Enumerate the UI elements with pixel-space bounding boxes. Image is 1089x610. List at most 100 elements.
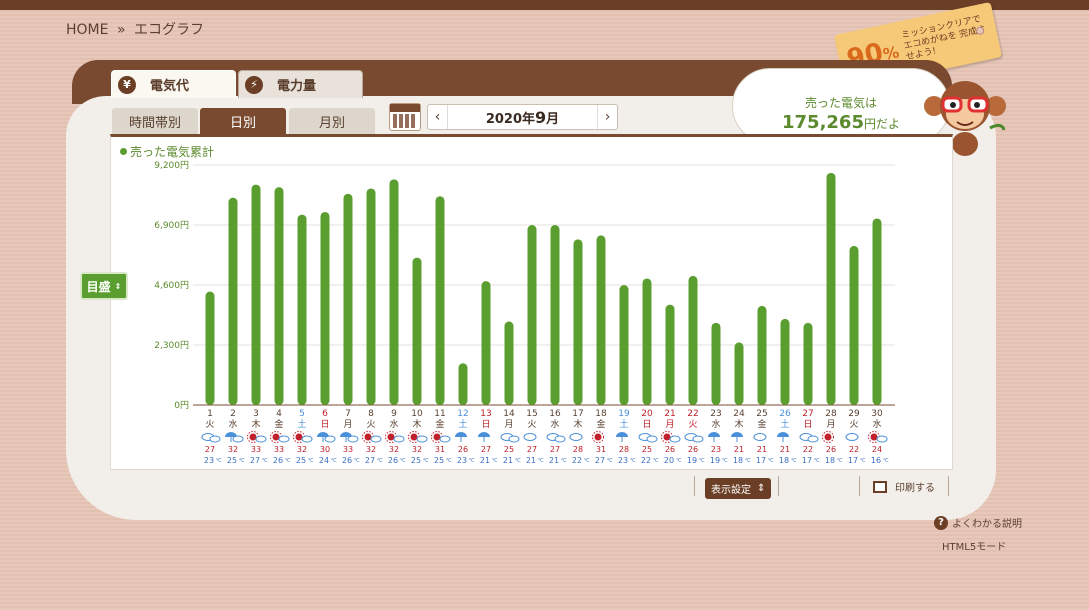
bar bbox=[665, 304, 675, 405]
x-tick-day: 7 bbox=[345, 409, 351, 419]
cloudy-rain-weather-icon bbox=[638, 433, 658, 443]
x-tick-weekday: 土 bbox=[458, 418, 467, 430]
low-temp-label: 21 bbox=[503, 456, 513, 465]
temp-unit-label: ℃ bbox=[607, 458, 613, 464]
cloudy-rain-weather-icon bbox=[201, 433, 221, 443]
sun-cloudy-weather-icon bbox=[385, 431, 405, 443]
rain-weather-icon bbox=[731, 432, 743, 442]
high-temp-label: 33 bbox=[343, 445, 353, 454]
y-tick-label: 0円 bbox=[174, 400, 189, 411]
bar bbox=[711, 322, 721, 405]
temp-unit-label: ℃ bbox=[745, 458, 751, 464]
x-tick-day: 17 bbox=[572, 409, 583, 419]
rain-cloudy-weather-icon bbox=[225, 432, 244, 443]
divider bbox=[948, 476, 949, 496]
bar bbox=[481, 281, 491, 405]
high-temp-label: 32 bbox=[389, 445, 399, 454]
low-temp-label: 27 bbox=[250, 456, 260, 465]
high-temp-label: 32 bbox=[297, 445, 307, 454]
temp-unit-label: ℃ bbox=[584, 458, 590, 464]
bar bbox=[458, 363, 468, 405]
cloudy-rain-weather-icon bbox=[500, 433, 520, 443]
high-temp-label: 24 bbox=[872, 445, 882, 454]
high-temp-label: 27 bbox=[481, 445, 491, 454]
low-temp-label: 25 bbox=[434, 456, 444, 465]
temp-unit-label: ℃ bbox=[561, 458, 567, 464]
cloudy-weather-icon bbox=[845, 433, 859, 441]
temp-unit-label: ℃ bbox=[492, 458, 498, 464]
display-settings-button[interactable]: 表示設定 ⇕ bbox=[705, 478, 772, 499]
temp-unit-label: ℃ bbox=[814, 458, 820, 464]
temp-unit-label: ℃ bbox=[446, 458, 452, 464]
help-link[interactable]: ? よくわかる説明 bbox=[934, 515, 1022, 530]
high-temp-label: 30 bbox=[320, 445, 330, 454]
high-temp-label: 27 bbox=[550, 445, 560, 454]
x-tick-day: 4 bbox=[276, 409, 282, 419]
x-tick-day: 23 bbox=[710, 409, 721, 419]
x-tick-weekday: 月 bbox=[343, 419, 352, 430]
sun-rain-weather-icon bbox=[293, 431, 313, 443]
x-tick-weekday: 水 bbox=[872, 418, 881, 430]
low-temp-label: 19 bbox=[687, 456, 697, 465]
low-temp-label: 23 bbox=[204, 456, 214, 465]
print-button[interactable]: 印刷する bbox=[873, 479, 935, 494]
sun-cloudy-weather-icon bbox=[247, 431, 267, 443]
x-tick-weekday: 水 bbox=[550, 418, 559, 430]
x-tick-day: 26 bbox=[779, 409, 791, 419]
temp-unit-label: ℃ bbox=[262, 458, 268, 464]
bar bbox=[251, 184, 261, 405]
sun-weather-icon bbox=[822, 431, 834, 443]
y-tick-label: 2,300円 bbox=[154, 340, 189, 351]
x-tick-weekday: 月 bbox=[504, 419, 513, 430]
low-temp-label: 25 bbox=[411, 456, 421, 465]
high-temp-label: 32 bbox=[228, 445, 238, 454]
low-temp-label: 27 bbox=[365, 456, 375, 465]
low-temp-label: 21 bbox=[480, 456, 490, 465]
low-temp-label: 17 bbox=[848, 456, 858, 465]
low-temp-label: 26 bbox=[342, 456, 352, 465]
rain-weather-icon bbox=[777, 432, 789, 442]
y-tick-label: 4,600円 bbox=[154, 280, 189, 291]
low-temp-label: 22 bbox=[572, 456, 582, 465]
x-tick-weekday: 月 bbox=[826, 419, 835, 430]
high-temp-label: 21 bbox=[780, 445, 790, 454]
x-tick-weekday: 土 bbox=[619, 418, 628, 430]
x-tick-day: 8 bbox=[368, 409, 374, 419]
x-tick-weekday: 木 bbox=[412, 418, 421, 430]
high-temp-label: 32 bbox=[366, 445, 376, 454]
rain-weather-icon bbox=[455, 432, 467, 442]
bar bbox=[642, 278, 652, 405]
temp-unit-label: ℃ bbox=[285, 458, 291, 464]
rain-weather-icon bbox=[708, 432, 720, 442]
low-temp-label: 18 bbox=[825, 456, 835, 465]
low-temp-label: 16 bbox=[871, 456, 881, 465]
printer-icon bbox=[873, 480, 887, 493]
rain-weather-icon bbox=[616, 432, 628, 442]
x-tick-weekday: 月 bbox=[665, 419, 674, 430]
sun-cloudy-weather-icon bbox=[868, 431, 888, 443]
temp-unit-label: ℃ bbox=[354, 458, 360, 464]
x-tick-day: 11 bbox=[434, 409, 445, 419]
temp-unit-label: ℃ bbox=[469, 458, 475, 464]
bar bbox=[297, 214, 307, 405]
sun-cloudy-weather-icon bbox=[661, 431, 681, 443]
low-temp-label: 18 bbox=[779, 456, 789, 465]
low-temp-label: 18 bbox=[733, 456, 743, 465]
high-temp-label: 26 bbox=[665, 445, 675, 454]
high-temp-label: 25 bbox=[642, 445, 652, 454]
html5-mode-button[interactable]: HTML5モード bbox=[942, 538, 1006, 553]
low-temp-label: 20 bbox=[664, 456, 674, 465]
bar bbox=[435, 196, 445, 405]
high-temp-label: 28 bbox=[573, 445, 583, 454]
bar bbox=[688, 275, 698, 405]
x-tick-day: 30 bbox=[871, 409, 883, 419]
temp-unit-label: ℃ bbox=[699, 458, 705, 464]
x-tick-day: 29 bbox=[848, 409, 860, 419]
x-tick-day: 19 bbox=[618, 409, 630, 419]
daily-bar-chart: 0円2,300円4,600円6,900円9,200円1火2723 ℃2水3225 ℃… bbox=[154, 160, 895, 465]
high-temp-label: 22 bbox=[803, 445, 813, 454]
x-tick-day: 13 bbox=[480, 409, 491, 419]
cloudy-weather-icon bbox=[523, 433, 537, 441]
bar bbox=[504, 321, 514, 405]
temp-unit-label: ℃ bbox=[883, 458, 889, 464]
